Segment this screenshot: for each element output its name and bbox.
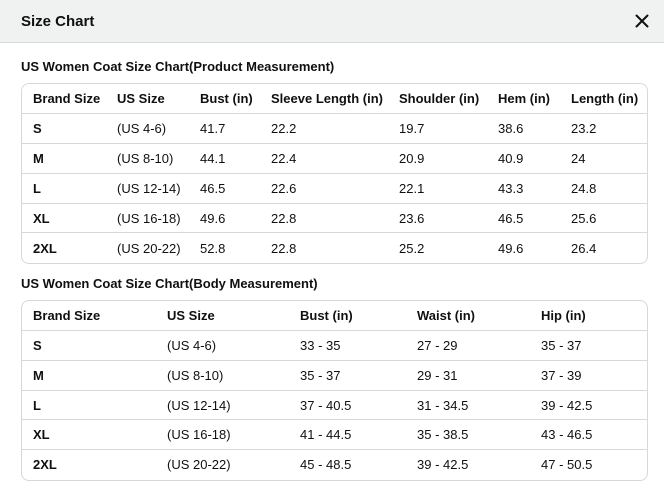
- table-cell: 46.5: [189, 172, 260, 204]
- table-header-row: Brand Size US Size Bust (in) Sleeve Length …: [22, 84, 647, 114]
- table-cell: 43.3: [487, 172, 560, 204]
- brand-size-cell: S: [22, 330, 156, 361]
- table-cell: 39 - 42.5: [406, 449, 530, 480]
- table-cell: 23.2: [560, 113, 647, 144]
- table-cell: (US 16-18): [106, 202, 189, 233]
- column-header: Sleeve Length (in): [271, 91, 383, 107]
- table-cell: 25.2: [388, 232, 487, 263]
- column-header: Shoulder (in): [399, 91, 480, 107]
- table-row: 2XL (US 20-22) 52.8 22.8 25.2 49.6 26.4: [22, 232, 647, 263]
- body-measurement-table-wrap: Brand Size US Size Bust (in) Waist (in) Hip …: [21, 299, 648, 481]
- column-header: Bust (in): [200, 91, 253, 107]
- table-cell: 31 - 34.5: [406, 389, 530, 420]
- table-cell: 19.7: [388, 113, 487, 144]
- brand-size-cell: 2XL: [22, 232, 106, 263]
- column-header: Length (in): [571, 91, 639, 107]
- table-cell: 38.6: [487, 113, 560, 144]
- table-cell: 52.8: [189, 232, 260, 263]
- column-header: US Size: [167, 307, 215, 323]
- table-cell: 45 - 48.5: [289, 449, 406, 480]
- dialog-title: Size Chart: [21, 12, 95, 30]
- table-cell: (US 4-6): [106, 113, 189, 144]
- table-cell: 39 - 42.5: [530, 389, 647, 420]
- body-measurement-table: Brand Size US Size Bust (in) Waist (in) Hip …: [22, 301, 647, 480]
- table-row: L (US 12-14) 46.5 22.6 22.1 43.3 24.8: [22, 172, 647, 204]
- brand-size-cell: L: [22, 389, 156, 420]
- brand-size-cell: M: [22, 359, 156, 391]
- table-cell: 24.8: [560, 172, 647, 204]
- brand-size-cell: M: [22, 143, 106, 174]
- table-cell: (US 8-10): [156, 359, 289, 391]
- table-cell: (US 12-14): [156, 389, 289, 420]
- table-cell: 25.6: [560, 202, 647, 233]
- table-cell: 47 - 50.5: [530, 449, 647, 480]
- table-cell: 43 - 46.5: [530, 419, 647, 450]
- column-header: Brand Size: [33, 307, 101, 323]
- table-cell: (US 20-22): [106, 232, 189, 263]
- table-cell: 22.4: [260, 143, 388, 174]
- table-cell: 40.9: [487, 143, 560, 174]
- column-header: Hip (in): [541, 307, 586, 323]
- table-cell: 37 - 40.5: [289, 389, 406, 420]
- table-cell: 35 - 37: [289, 359, 406, 391]
- table-cell: (US 4-6): [156, 330, 289, 361]
- brand-size-cell: S: [22, 113, 106, 144]
- table-cell: 20.9: [388, 143, 487, 174]
- table-cell: 22.6: [260, 172, 388, 204]
- table-cell: 24: [560, 143, 647, 174]
- column-header: Brand Size: [33, 91, 101, 107]
- brand-size-cell: 2XL: [22, 449, 156, 480]
- table-header-row: Brand Size US Size Bust (in) Waist (in) Hip …: [22, 301, 647, 331]
- table-cell: 33 - 35: [289, 330, 406, 361]
- table-cell: 27 - 29: [406, 330, 530, 361]
- table-row: XL (US 16-18) 41 - 44.5 35 - 38.5 43 - 46.5: [22, 419, 647, 450]
- size-chart-dialog: Size Chart US Women Coat Size Chart(Prod…: [0, 0, 664, 495]
- table-cell: (US 20-22): [156, 449, 289, 480]
- table-cell: 22.1: [388, 172, 487, 204]
- table-cell: 22.8: [260, 202, 388, 233]
- column-header: Hem (in): [498, 91, 550, 107]
- close-button[interactable]: [632, 11, 652, 31]
- product-measurement-table: Brand Size US Size Bust (in) Sleeve Length …: [22, 84, 647, 263]
- table-row: S (US 4-6) 41.7 22.2 19.7 38.6 23.2: [22, 113, 647, 144]
- table-row: 2XL (US 20-22) 45 - 48.5 39 - 42.5 47 - 50.5: [22, 449, 647, 480]
- product-measurement-title: US Women Coat Size Chart(Product Measure…: [21, 59, 335, 74]
- table-cell: 23.6: [388, 202, 487, 233]
- brand-size-cell: L: [22, 172, 106, 204]
- table-cell: (US 12-14): [106, 172, 189, 204]
- column-header: Waist (in): [417, 307, 476, 323]
- table-cell: (US 16-18): [156, 419, 289, 450]
- table-cell: 22.2: [260, 113, 388, 144]
- table-cell: 35 - 37: [530, 330, 647, 361]
- body-measurement-title: US Women Coat Size Chart(Body Measuremen…: [21, 275, 318, 291]
- dialog-body: US Women Coat Size Chart(Product Measure…: [0, 59, 664, 481]
- table-cell: 37 - 39: [530, 359, 647, 391]
- brand-size-cell: XL: [22, 202, 106, 233]
- table-cell: 41.7: [189, 113, 260, 144]
- product-measurement-table-wrap: Brand Size US Size Bust (in) Sleeve Length …: [21, 83, 648, 264]
- table-cell: 49.6: [189, 202, 260, 233]
- table-cell: 44.1: [189, 143, 260, 174]
- table-cell: 29 - 31: [406, 359, 530, 391]
- column-header: Bust (in): [300, 307, 353, 323]
- close-icon: [635, 14, 649, 28]
- table-cell: 22.8: [260, 232, 388, 263]
- table-cell: 49.6: [487, 232, 560, 263]
- table-cell: (US 8-10): [106, 143, 189, 174]
- table-row: M (US 8-10) 35 - 37 29 - 31 37 - 39: [22, 359, 647, 391]
- table-row: M (US 8-10) 44.1 22.4 20.9 40.9 24: [22, 143, 647, 174]
- brand-size-cell: XL: [22, 419, 156, 450]
- table-row: S (US 4-6) 33 - 35 27 - 29 35 - 37: [22, 330, 647, 361]
- table-cell: 41 - 44.5: [289, 419, 406, 450]
- table-row: XL (US 16-18) 49.6 22.8 23.6 46.5 25.6: [22, 202, 647, 233]
- table-cell: 26.4: [560, 232, 647, 263]
- table-row: L (US 12-14) 37 - 40.5 31 - 34.5 39 - 42.5: [22, 389, 647, 420]
- table-cell: 46.5: [487, 202, 560, 233]
- column-header: US Size: [117, 91, 165, 107]
- table-cell: 35 - 38.5: [406, 419, 530, 450]
- dialog-header: Size Chart: [0, 0, 664, 43]
